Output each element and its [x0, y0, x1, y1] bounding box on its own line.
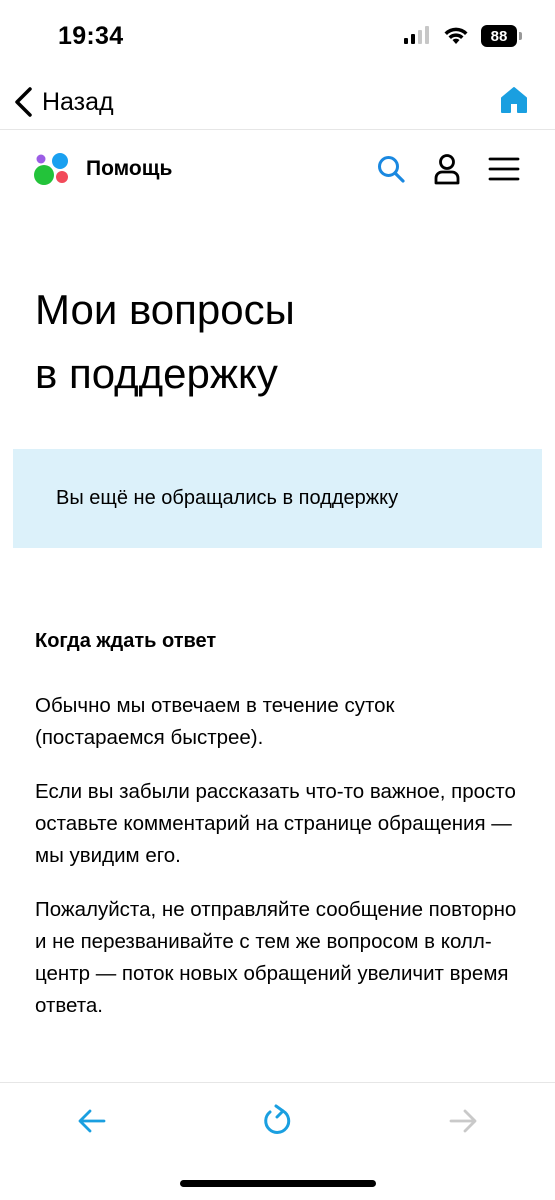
battery-level: 88: [490, 27, 508, 45]
chevron-left-icon: [15, 87, 32, 117]
arrow-left-icon: [78, 1109, 106, 1133]
section-title: Когда ждать ответ: [35, 630, 217, 652]
status-bar: 19:34 88: [0, 0, 555, 74]
browser-forward-button[interactable]: [443, 1101, 483, 1141]
reload-icon: [264, 1104, 291, 1134]
site-header: Помощь: [0, 130, 555, 210]
reload-button[interactable]: [258, 1101, 298, 1141]
info-paragraph: Обычно мы отвечаем в течение суток (пост…: [35, 694, 395, 749]
empty-notice-text: Вы ещё не обращались в поддержку: [56, 487, 399, 509]
arrow-right-icon: [449, 1109, 477, 1133]
wifi-icon: [444, 27, 468, 44]
search-button[interactable]: [374, 152, 408, 186]
page-title-line1: Мои вопросы: [35, 286, 295, 333]
search-icon: [378, 156, 405, 183]
menu-icon: [488, 157, 520, 181]
back-label: Назад: [42, 87, 114, 116]
home-button[interactable]: [497, 82, 531, 118]
signal-icon: [404, 26, 429, 44]
info-paragraph: Пожалуйста, не отправляйте сообщение пов…: [35, 898, 517, 1017]
browser-back-button[interactable]: [72, 1101, 112, 1141]
logo-icon[interactable]: [33, 152, 71, 186]
profile-button[interactable]: [430, 152, 464, 186]
empty-notice: Вы ещё не обращались в поддержку: [13, 449, 542, 548]
site-title[interactable]: Помощь: [86, 157, 172, 181]
page-title: Мои вопросы в поддержку: [35, 278, 525, 406]
battery-icon: 88: [481, 25, 522, 47]
home-icon: [501, 87, 527, 113]
menu-button[interactable]: [487, 152, 521, 186]
back-button[interactable]: Назад: [12, 82, 114, 122]
user-icon: [434, 154, 460, 185]
home-indicator: [180, 1180, 376, 1187]
nav-bar: Назад: [0, 74, 555, 130]
info-paragraph: Если вы забыли рассказать что-то важное,…: [35, 780, 516, 867]
page-title-line2: в поддержку: [35, 350, 278, 397]
status-icons: 88: [403, 25, 522, 47]
status-time: 19:34: [58, 22, 124, 50]
